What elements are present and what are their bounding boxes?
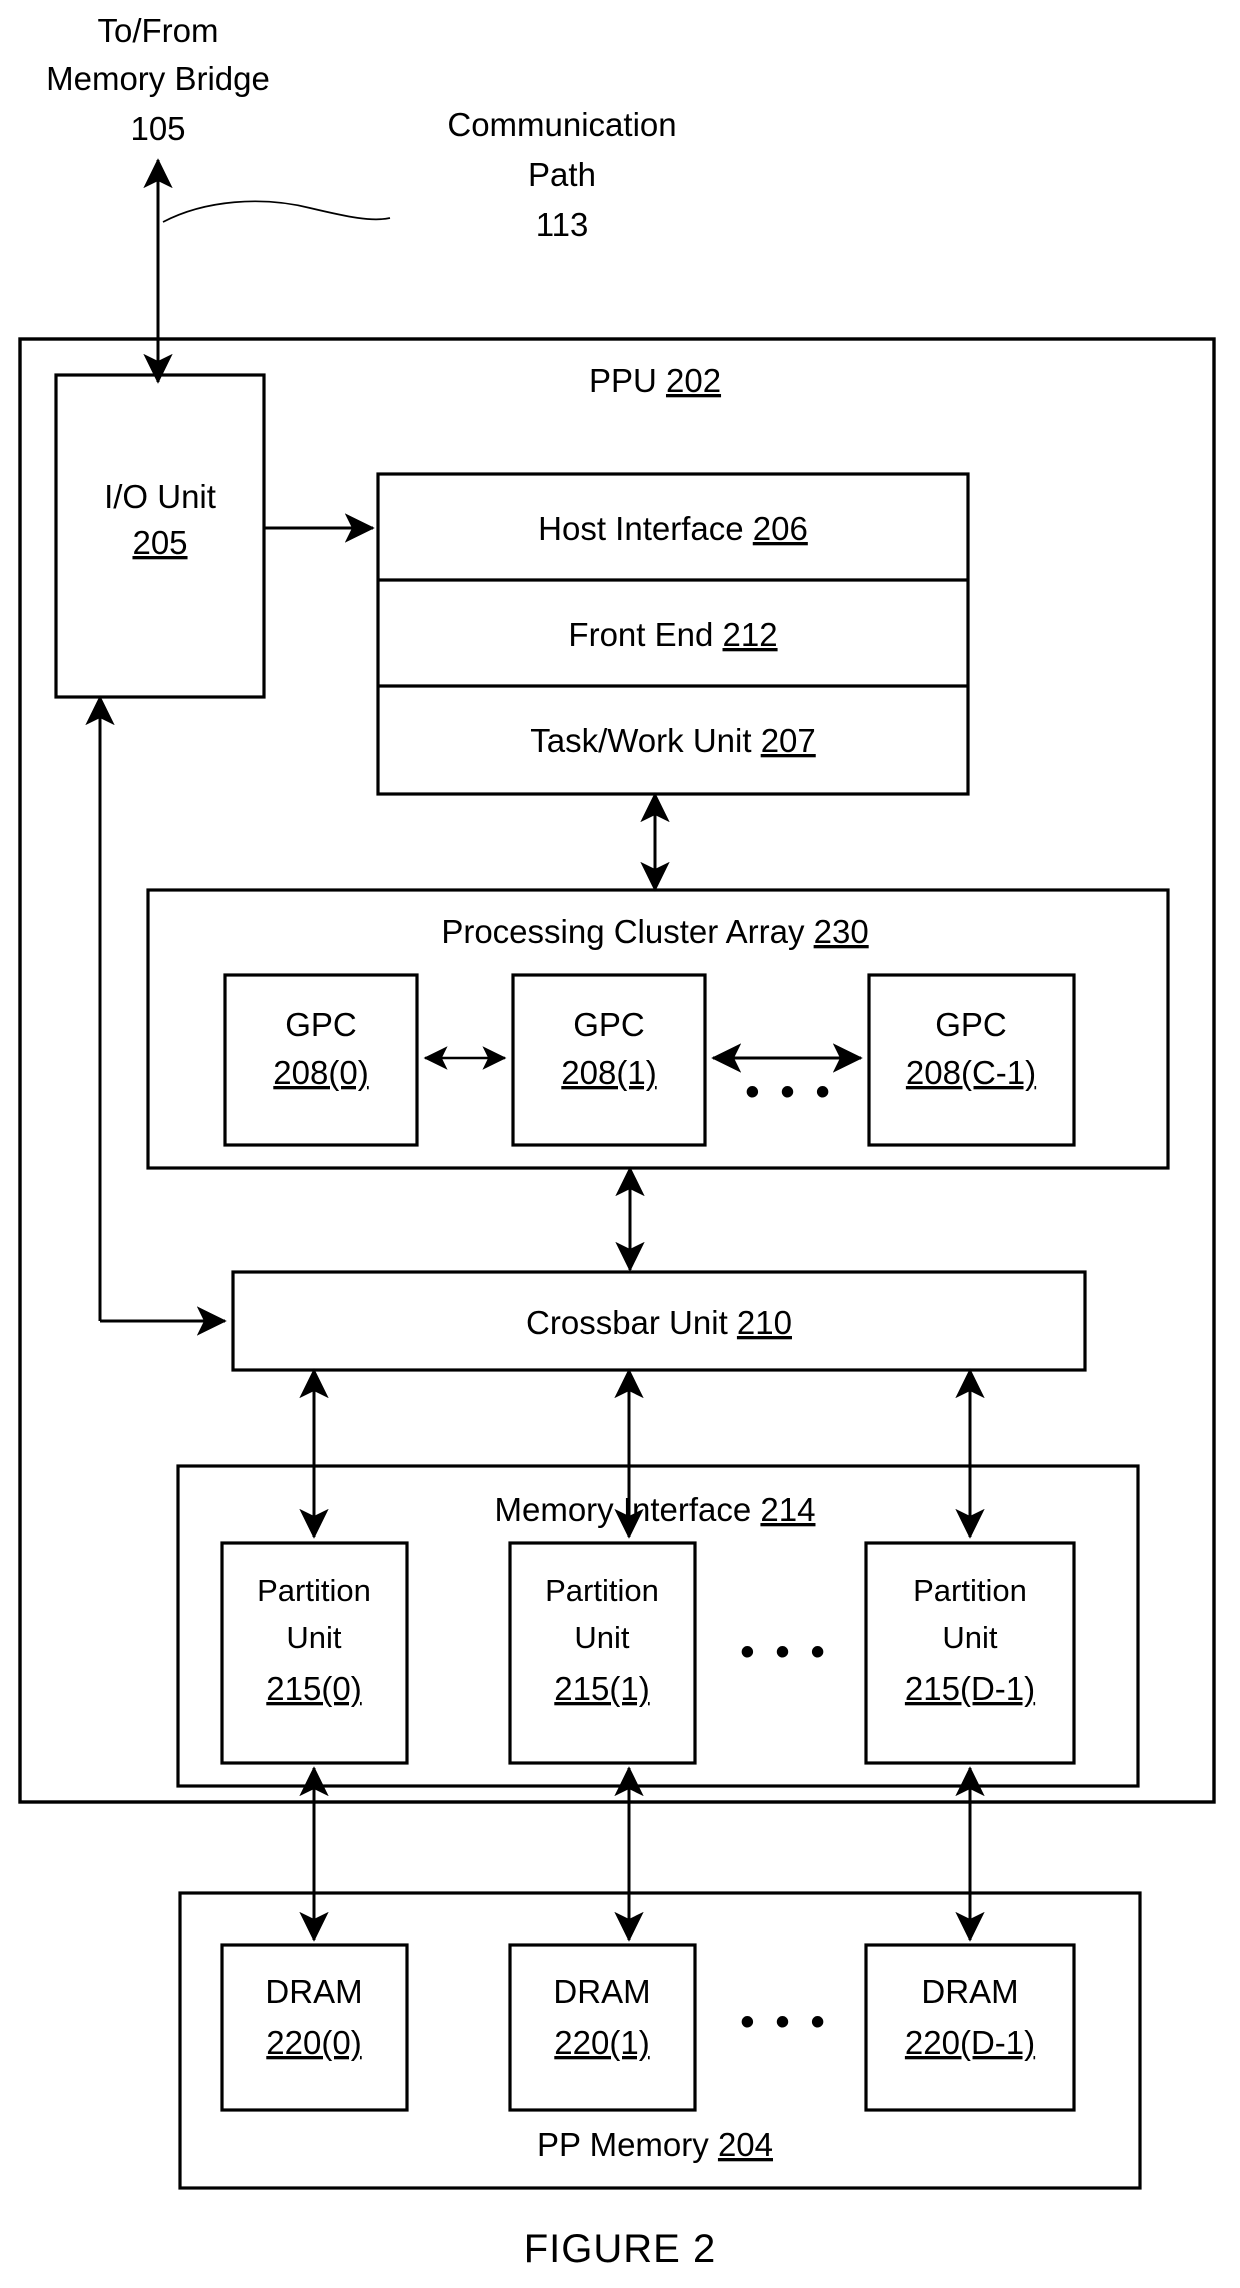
partition-unit-1-line1: Partition (545, 1573, 659, 1608)
task-work-unit-label: Task/Work Unit (530, 722, 751, 759)
dram-1-ref: 220(1) (554, 2024, 649, 2061)
dram-1-label: DRAM (553, 1973, 650, 2010)
gpc-1-label: GPC (573, 1006, 645, 1043)
front-end-label: Front End (568, 616, 713, 653)
gpc-c-1-ref: 208(C-1) (906, 1054, 1036, 1091)
dram-d-1-ref: 220(D-1) (905, 2024, 1035, 2061)
pp-memory-title-label: PP Memory (537, 2126, 709, 2163)
memory-bridge-line2: Memory Bridge (46, 60, 270, 97)
gpc-0-ref: 208(0) (273, 1054, 368, 1091)
dram-0-label: DRAM (265, 1973, 362, 2010)
figure-2-diagram: To/From Memory Bridge 105 Communication … (0, 0, 1240, 2288)
crossbar-unit-ref: 210 (737, 1304, 792, 1341)
ppu-title: PPU 202 (589, 362, 721, 399)
io-unit-label: I/O Unit (104, 478, 216, 515)
gpc-0-label: GPC (285, 1006, 357, 1043)
task-work-unit-ref: 207 (761, 722, 816, 759)
communication-path-ref: 113 (536, 206, 589, 243)
gpc-c-1-label: GPC (935, 1006, 1007, 1043)
task-work-unit-row: Task/Work Unit 207 (530, 722, 816, 759)
ppu-title-ref: 202 (666, 362, 721, 399)
ppu-title-label: PPU (589, 362, 657, 399)
dram-0-ref: 220(0) (266, 2024, 361, 2061)
partition-unit-d-1-line1: Partition (913, 1573, 1027, 1608)
gpc-ellipsis: • • • (745, 1070, 834, 1114)
crossbar-unit-row: Crossbar Unit 210 (526, 1304, 792, 1341)
pca-title-label: Processing Cluster Array (441, 913, 805, 950)
communication-path-line2: Path (528, 156, 596, 193)
memory-bridge-ref: 105 (130, 110, 185, 147)
pp-memory-title: PP Memory 204 (537, 2126, 773, 2163)
ppu-title-text: PPU 202 (589, 362, 721, 399)
io-unit-ref: 205 (132, 524, 187, 561)
memory-interface-title: Memory Interface 214 (495, 1491, 816, 1528)
front-end-row: Front End 212 (568, 616, 777, 653)
partition-unit-d-1-ref: 215(D-1) (905, 1670, 1035, 1707)
communication-path-line1: Communication (447, 106, 676, 143)
memory-interface-title-ref: 214 (760, 1491, 815, 1528)
crossbar-unit-label: Crossbar Unit (526, 1304, 728, 1341)
pp-memory-title-ref: 204 (718, 2126, 773, 2163)
partition-unit-0-ref: 215(0) (266, 1670, 361, 1707)
patent-figure: To/From Memory Bridge 105 Communication … (0, 0, 1240, 2288)
figure-caption: FIGURE 2 (524, 2227, 716, 2271)
pca-title: Processing Cluster Array 230 (441, 913, 868, 950)
host-interface-row: Host Interface 206 (538, 510, 808, 547)
memory-interface-title-label: Memory Interface (495, 1491, 752, 1528)
partition-unit-1-ref: 215(1) (554, 1670, 649, 1707)
host-interface-ref: 206 (753, 510, 808, 547)
partition-unit-1-line2: Unit (574, 1620, 630, 1655)
gpc-1-ref: 208(1) (561, 1054, 656, 1091)
pca-title-ref: 230 (814, 913, 869, 950)
partition-unit-0-line2: Unit (286, 1620, 342, 1655)
dram-d-1-label: DRAM (921, 1973, 1018, 2010)
partition-unit-ellipsis: • • • (740, 1630, 829, 1674)
dram-ellipsis: • • • (740, 2000, 829, 2044)
host-interface-label: Host Interface (538, 510, 743, 547)
partition-unit-0-line1: Partition (257, 1573, 371, 1608)
partition-unit-d-1-line2: Unit (942, 1620, 998, 1655)
memory-bridge-line1: To/From (97, 12, 218, 49)
front-end-ref: 212 (723, 616, 778, 653)
